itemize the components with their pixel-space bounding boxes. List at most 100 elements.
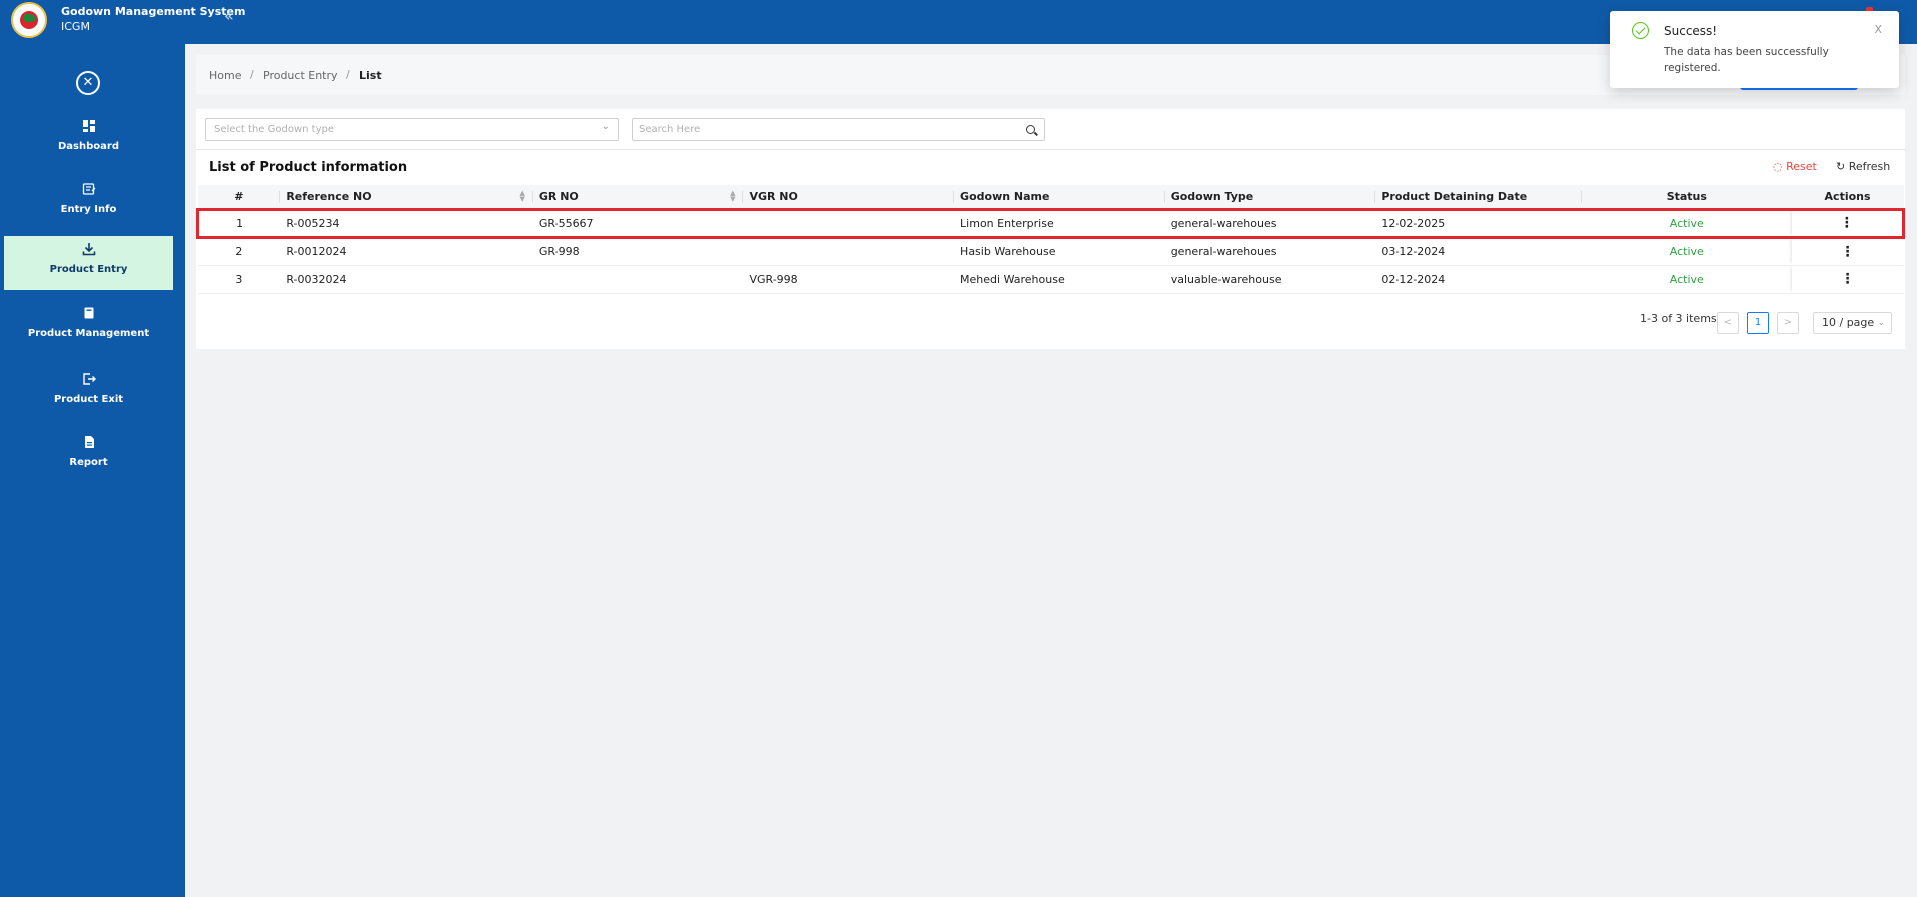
- sort-icon[interactable]: ▲ ▼: [730, 190, 735, 203]
- cell-actions: ⋮: [1792, 237, 1904, 265]
- table-row[interactable]: 3 R-0032024 VGR-998 Mehedi Warehouse val…: [197, 265, 1904, 293]
- cell-reference-no: R-0032024: [286, 272, 347, 286]
- cell-detaining-date: 12-02-2025: [1375, 207, 1583, 239]
- app-name: Godown Management System: [61, 5, 246, 18]
- pagination-summary: 1-3 of 3 items: [1640, 312, 1717, 325]
- cell-gr-no: GR-998: [538, 245, 580, 258]
- sidebar-item-product-entry[interactable]: Product Entry: [4, 236, 173, 290]
- breadcrumb-current: List: [359, 69, 382, 82]
- sidebar-item-label: Product Exit: [53, 394, 124, 405]
- cell-godown-name: Mehedi Warehouse: [960, 272, 1065, 286]
- reset-button[interactable]: ◌ Reset: [1773, 160, 1817, 173]
- column-header-godown-type: Godown Type: [1165, 185, 1376, 209]
- breadcrumb-separator: /: [250, 68, 254, 81]
- column-header-status: Status: [1666, 189, 1707, 203]
- page-size-select[interactable]: 10 / page ⌄: [1813, 312, 1892, 334]
- more-options-icon[interactable]: ⋮: [1841, 271, 1855, 287]
- close-icon[interactable]: X: [1874, 23, 1882, 36]
- close-circle-icon[interactable]: ✕: [76, 71, 100, 95]
- toast-title: Success!: [1664, 24, 1718, 38]
- search-icon[interactable]: [1026, 125, 1035, 134]
- refresh-label: Refresh: [1848, 160, 1891, 173]
- cell-number: 1: [196, 207, 281, 239]
- sidebar-item-product-exit[interactable]: Product Exit: [4, 366, 173, 420]
- column-header-actions: Actions: [1792, 185, 1904, 209]
- more-options-icon[interactable]: ⋮: [1841, 244, 1855, 260]
- entry-info-icon: [4, 182, 173, 198]
- breadcrumb-product-entry-link[interactable]: Product Entry: [263, 69, 338, 82]
- sidebar-item-label: Entry Info: [60, 204, 117, 215]
- refresh-button[interactable]: ↻ Refresh: [1836, 160, 1890, 173]
- collapse-sidebar-icon[interactable]: «: [224, 6, 234, 25]
- godown-type-placeholder: Select the Godown type: [214, 124, 334, 135]
- column-header-godown-name: Godown Name: [954, 185, 1165, 209]
- cell-vgr-no: [743, 237, 954, 265]
- filter-bar: Select the Godown type ⌄: [196, 109, 1905, 150]
- page-number-button[interactable]: 1: [1747, 312, 1769, 334]
- chevron-down-icon: ⌄: [1877, 318, 1885, 328]
- list-title: List of Product information: [209, 160, 408, 175]
- cell-godown-type: general-warehoues: [1164, 207, 1376, 239]
- cell-godown-name: Limon Enterprise: [954, 207, 1165, 239]
- app-brand: Godown Management System ICGM: [61, 4, 245, 34]
- cell-gr-no: [533, 265, 744, 293]
- refresh-icon: ↻: [1836, 160, 1846, 173]
- search-input[interactable]: [639, 122, 1009, 137]
- column-header-number: #: [198, 185, 281, 209]
- column-header-detaining-date: Product Detaining Date: [1375, 185, 1583, 209]
- cell-number: 2: [235, 245, 243, 258]
- breadcrumb-separator: /: [346, 68, 350, 81]
- status-badge: Active: [1669, 245, 1704, 258]
- cell-godown-type: valuable-warehouse: [1170, 272, 1282, 286]
- cell-vgr-no: [743, 207, 955, 239]
- sidebar-item-product-management[interactable]: Product Management: [4, 300, 173, 354]
- more-options-icon[interactable]: ⋮: [1840, 215, 1854, 231]
- reset-icon: ◌: [1773, 160, 1783, 173]
- sidebar-item-report[interactable]: Report: [4, 429, 173, 483]
- check-circle-icon: [1632, 22, 1649, 39]
- next-page-button[interactable]: >: [1777, 312, 1799, 334]
- cell-actions: ⋮: [1791, 207, 1905, 239]
- column-header-gr-no[interactable]: GR NO ▲ ▼: [533, 185, 744, 209]
- cell-vgr-no: VGR-998: [749, 272, 798, 286]
- reset-label: Reset: [1786, 160, 1817, 173]
- cell-reference-no: R-0012024: [286, 245, 347, 258]
- cell-reference-no: R-005234: [280, 207, 533, 239]
- table-row[interactable]: 2 R-0012024 GR-998 Hasib Warehouse gener…: [197, 237, 1904, 265]
- app-subtitle: ICGM: [61, 20, 90, 33]
- report-icon: [4, 435, 173, 451]
- sidebar-item-label: Dashboard: [58, 141, 119, 152]
- column-header-vgr-no: VGR NO: [743, 185, 955, 209]
- godown-type-select[interactable]: Select the Godown type ⌄: [205, 118, 619, 141]
- product-table: # Reference NO ▲ ▼ GR NO ▲ ▼ VGR NO Godown N…: [196, 185, 1905, 294]
- sidebar-item-entry-info[interactable]: Entry Info: [4, 176, 173, 230]
- chevron-down-icon: ⌄: [601, 121, 610, 132]
- cell-number: 3: [235, 272, 243, 286]
- cell-detaining-date: 03-12-2024: [1381, 245, 1446, 258]
- toast-message: The data has been successfully registere…: [1664, 46, 1829, 74]
- product-list-panel: Select the Godown type ⌄ List of Product…: [196, 109, 1905, 349]
- download-icon: [4, 242, 173, 258]
- sidebar-item-label: Report: [69, 457, 108, 468]
- sidebar-item-label: Product Management: [27, 328, 150, 339]
- dashboard-icon: [4, 119, 173, 135]
- breadcrumb-home-link[interactable]: Home: [209, 69, 241, 82]
- exit-icon: [4, 372, 173, 388]
- prev-page-button[interactable]: <: [1717, 312, 1739, 334]
- sidebar-item-dashboard[interactable]: Dashboard: [4, 113, 173, 167]
- cell-godown-type: general-warehoues: [1170, 245, 1277, 258]
- book-icon: [4, 306, 173, 322]
- status-badge: Active: [1582, 207, 1792, 239]
- column-header-reference-no[interactable]: Reference NO ▲ ▼: [280, 185, 533, 209]
- search-box: [632, 118, 1045, 141]
- government-logo: [11, 2, 47, 38]
- table-row[interactable]: 1 R-005234 GR-55667 Limon Enterprise gen…: [196, 207, 1905, 239]
- sort-icon[interactable]: ▲ ▼: [519, 190, 524, 203]
- cell-detaining-date: 02-12-2024: [1381, 272, 1446, 286]
- status-badge: Active: [1669, 272, 1704, 286]
- cell-godown-name: Hasib Warehouse: [960, 245, 1056, 258]
- page-size-value: 10 / page: [1822, 316, 1875, 329]
- sidebar-item-label: Product Entry: [49, 264, 128, 275]
- table-header-row: # Reference NO ▲ ▼ GR NO ▲ ▼ VGR NO Godown N…: [197, 185, 1904, 209]
- cell-gr-no: GR-55667: [532, 207, 744, 239]
